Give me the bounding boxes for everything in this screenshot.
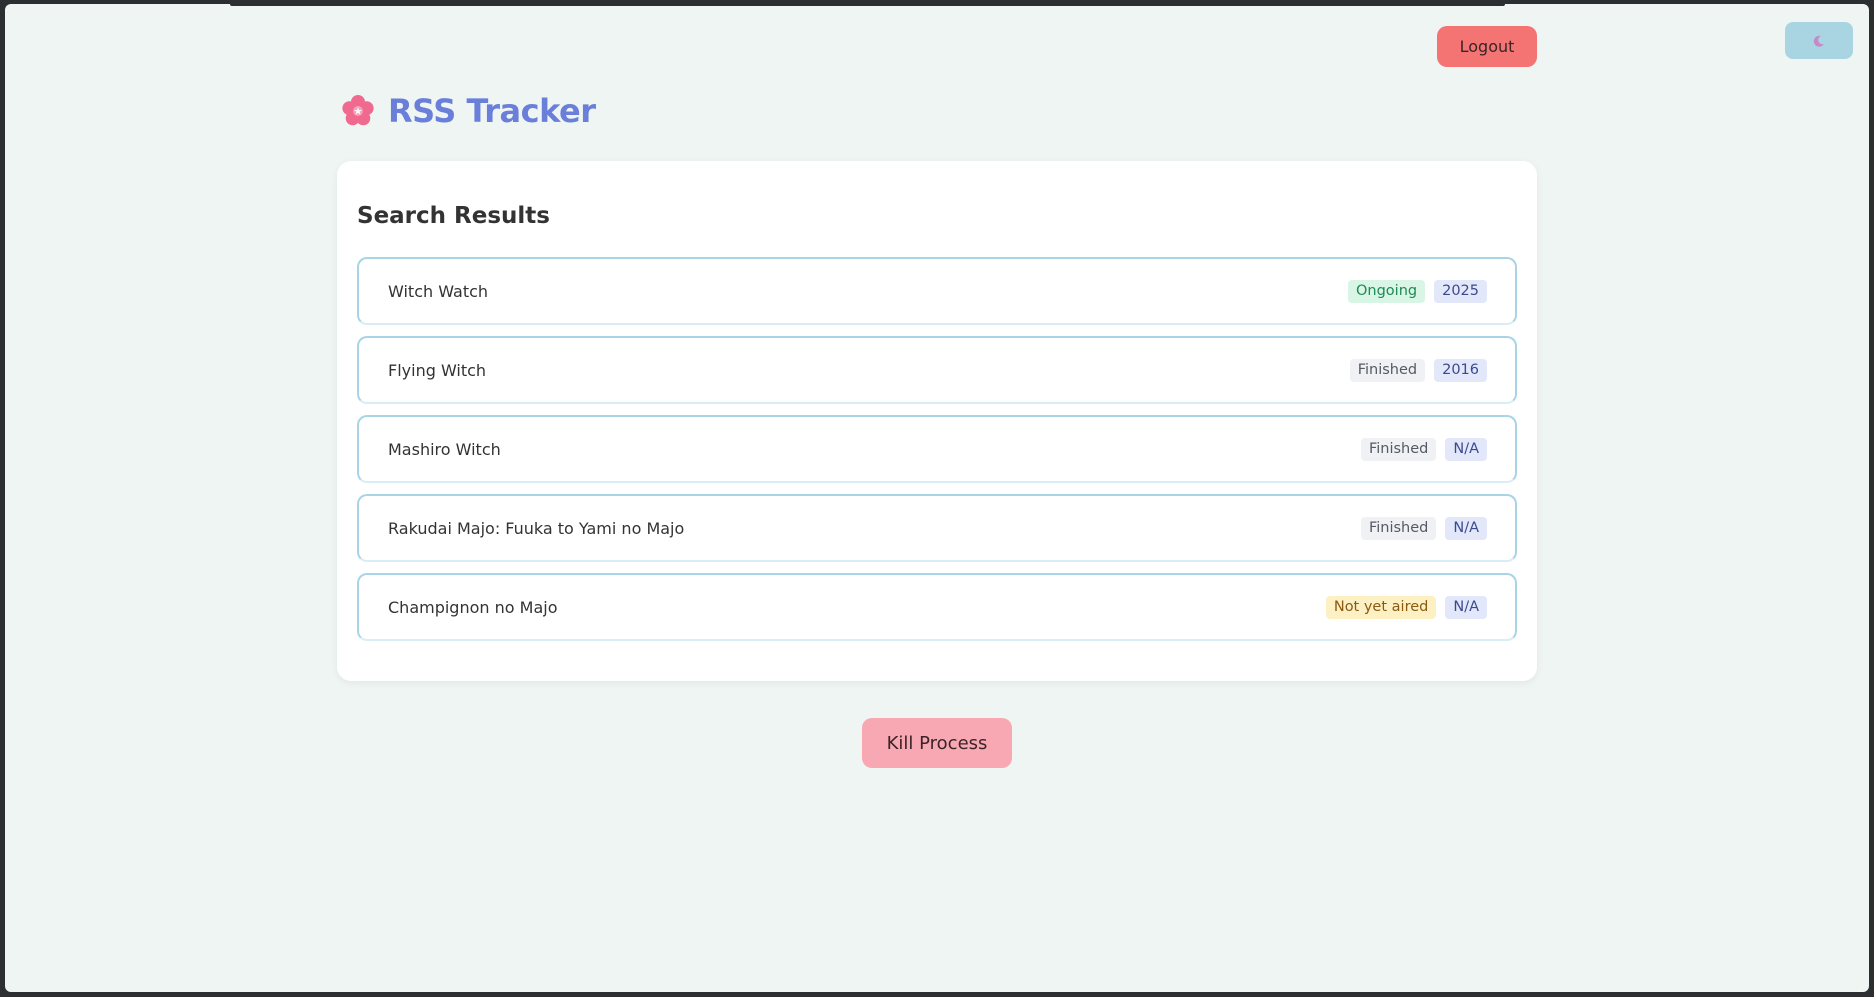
status-badge: Finished xyxy=(1360,516,1437,540)
status-badge: Finished xyxy=(1349,358,1426,382)
page-title: RSS Tracker xyxy=(388,92,596,130)
app-header: RSS Tracker xyxy=(340,92,596,130)
app-viewport: Logout RSS Tracker Search Results Witch … xyxy=(5,4,1869,992)
year-badge: N/A xyxy=(1445,595,1487,619)
search-results-card: Search Results Witch Watch Ongoing 2025 … xyxy=(337,161,1537,681)
year-badge: 2016 xyxy=(1434,358,1487,382)
list-item[interactable]: Rakudai Majo: Fuuka to Yami no Majo Fini… xyxy=(357,494,1517,562)
year-badge: N/A xyxy=(1445,437,1487,461)
result-title: Rakudai Majo: Fuuka to Yami no Majo xyxy=(388,518,685,538)
result-title: Witch Watch xyxy=(388,281,489,301)
badge-group: Not yet aired N/A xyxy=(1325,595,1487,619)
list-item[interactable]: Mashiro Witch Finished N/A xyxy=(357,415,1517,483)
moon-icon xyxy=(1813,35,1824,47)
window-top-strip xyxy=(230,4,1505,6)
status-badge: Finished xyxy=(1360,437,1437,461)
result-title: Flying Witch xyxy=(388,360,487,380)
list-item[interactable]: Flying Witch Finished 2016 xyxy=(357,336,1517,404)
search-results-heading: Search Results xyxy=(357,203,550,229)
theme-toggle-button[interactable] xyxy=(1785,22,1853,59)
status-badge: Not yet aired xyxy=(1325,595,1437,619)
logout-button[interactable]: Logout xyxy=(1437,26,1537,67)
kill-process-button[interactable]: Kill Process xyxy=(862,718,1012,768)
result-title: Mashiro Witch xyxy=(388,439,501,459)
status-badge: Ongoing xyxy=(1347,279,1426,303)
year-badge: N/A xyxy=(1445,516,1487,540)
badge-group: Finished N/A xyxy=(1360,516,1487,540)
badge-group: Finished 2016 xyxy=(1349,358,1487,382)
list-item[interactable]: Witch Watch Ongoing 2025 xyxy=(357,257,1517,325)
cherry-blossom-icon xyxy=(342,95,374,126)
result-title: Champignon no Majo xyxy=(388,597,558,617)
badge-group: Finished N/A xyxy=(1360,437,1487,461)
year-badge: 2025 xyxy=(1434,279,1487,303)
result-list: Witch Watch Ongoing 2025 Flying Witch Fi… xyxy=(357,257,1517,652)
list-item[interactable]: Champignon no Majo Not yet aired N/A xyxy=(357,573,1517,641)
badge-group: Ongoing 2025 xyxy=(1347,279,1487,303)
